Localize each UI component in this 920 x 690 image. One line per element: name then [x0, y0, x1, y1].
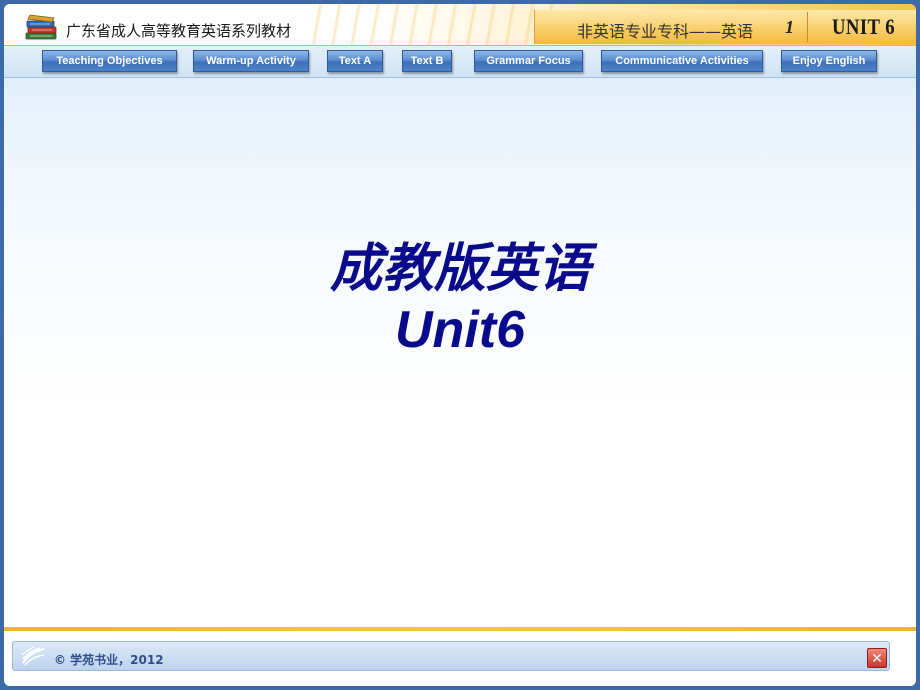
- nav-grammar-focus[interactable]: Grammar Focus: [474, 50, 583, 72]
- series-title: 广东省成人高等教育英语系列教材: [66, 22, 292, 40]
- unit-label: UNIT 6: [832, 14, 896, 39]
- header-divider: [807, 12, 808, 42]
- slide-subtitle: Unit6: [395, 301, 525, 359]
- swirl-logo-icon: [21, 646, 45, 666]
- nav-enjoy-english[interactable]: Enjoy English: [781, 50, 877, 72]
- nav-text-b[interactable]: Text B: [402, 50, 452, 72]
- books-icon: [25, 14, 57, 40]
- navigation-bar: Teaching Objectives Warm-up Activity Tex…: [4, 46, 916, 78]
- nav-text-a[interactable]: Text A: [327, 50, 383, 72]
- nav-communicative-activities[interactable]: Communicative Activities: [601, 50, 763, 72]
- close-button[interactable]: ✕: [867, 648, 887, 668]
- footer: © 学苑书业，2012 ✕: [4, 631, 916, 686]
- nav-warm-up-activity[interactable]: Warm-up Activity: [193, 50, 309, 72]
- slide-window: 广东省成人高等教育英语系列教材 非英语专业专科——英语 1 UNIT 6 Tea…: [4, 4, 916, 686]
- close-icon: ✕: [871, 649, 883, 666]
- header: 广东省成人高等教育英语系列教材 非英语专业专科——英语 1 UNIT 6: [4, 4, 916, 46]
- header-decoration: [304, 4, 564, 46]
- slide-content: 成教版英语 Unit6: [4, 78, 916, 628]
- course-number: 1: [785, 17, 794, 37]
- slide-title: 成教版英语: [329, 239, 590, 299]
- copyright-text: © 学苑书业，2012: [54, 653, 164, 667]
- nav-teaching-objectives[interactable]: Teaching Objectives: [42, 50, 177, 72]
- course-title: 非英语专业专科——英语: [577, 22, 754, 41]
